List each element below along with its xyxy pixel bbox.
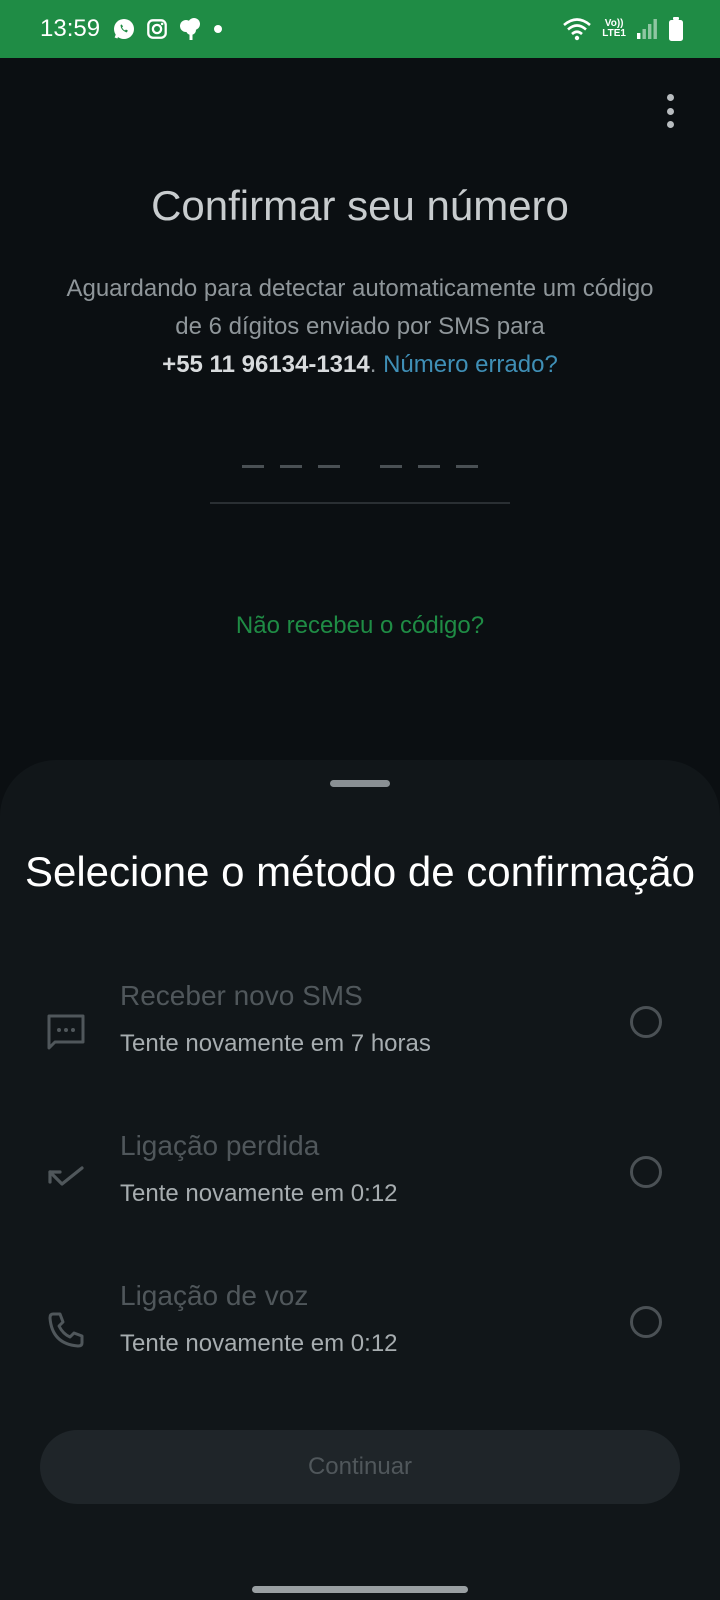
option-voice-call[interactable]: Ligação de voz Tente novamente em 0:12 (0, 1280, 720, 1400)
missed-call-icon (48, 1166, 84, 1186)
notification-dot (214, 25, 223, 33)
battery-icon (669, 17, 683, 41)
gesture-nav-bar[interactable] (252, 1586, 468, 1593)
more-vert-icon-dot (666, 107, 674, 115)
resend-code-link[interactable]: Não recebeu o código? (0, 612, 720, 640)
option-label: Ligação de voz (120, 1280, 309, 1311)
option-label: Receber novo SMS (120, 980, 363, 1011)
whatsapp-icon (114, 19, 135, 39)
phone-icon (48, 1312, 84, 1348)
status-bar-left: 13:59 (40, 15, 223, 43)
sheet-drag-handle[interactable] (330, 780, 390, 787)
volte-lte-icon: Vo)) LTE1 (602, 18, 626, 39)
instagram-icon (147, 19, 167, 39)
more-vert-icon-dot (666, 94, 674, 101)
status-bar: 13:59 Vo)) LTE1 (0, 0, 720, 58)
more-vert-icon-dot (666, 121, 674, 128)
status-time: 13:59 (40, 15, 101, 42)
continue-button[interactable]: Continuar (40, 1430, 680, 1504)
more-options-button[interactable] (660, 94, 680, 128)
verification-method-sheet: Selecione o método de confirmação Recebe… (0, 760, 720, 1600)
message-icon (47, 1014, 85, 1050)
radio-button[interactable] (630, 1306, 662, 1338)
option-subtext: Tente novamente em 0:12 (120, 1330, 398, 1357)
radio-button[interactable] (630, 1156, 662, 1188)
option-subtext: Tente novamente em 0:12 (120, 1180, 398, 1207)
option-receive-sms[interactable]: Receber novo SMS Tente novamente em 7 ho… (0, 980, 720, 1100)
sheet-title: Selecione o método de confirmação (24, 848, 696, 895)
option-subtext: Tente novamente em 7 horas (120, 1030, 431, 1057)
phone-number: +55 11 96134-1314 (162, 351, 370, 378)
notification-icons (112, 17, 223, 41)
signal-icon (637, 19, 657, 39)
wifi-icon (563, 18, 592, 41)
page-title: Confirmar seu número (151, 182, 569, 229)
verification-description: Aguardando para detectar automaticamente… (60, 270, 660, 384)
description-text: Aguardando para detectar automaticamente… (66, 275, 654, 340)
code-digits-group-1 (242, 464, 340, 468)
option-label: Ligação perdida (120, 1130, 320, 1161)
tree-icon (180, 18, 201, 40)
radio-button[interactable] (630, 1006, 662, 1038)
wrong-number-link[interactable]: Número errado? (383, 351, 558, 378)
description-separator: . (369, 351, 377, 378)
status-bar-right: Vo)) LTE1 (562, 16, 684, 42)
code-digits-group-2 (380, 464, 478, 468)
option-missed-call[interactable]: Ligação perdida Tente novamente em 0:12 (0, 1130, 720, 1250)
code-input-field[interactable] (210, 430, 510, 504)
